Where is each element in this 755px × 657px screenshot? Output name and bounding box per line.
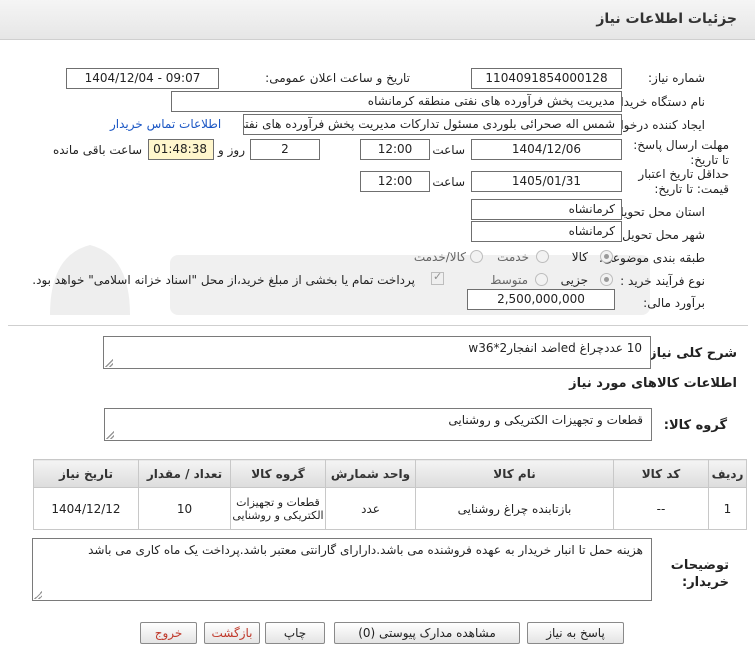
cell-qty: 10 [138, 487, 231, 530]
col-unit: واحد شمارش [325, 459, 416, 488]
col-date: تاریخ نیاز [33, 459, 139, 488]
category-radio-goods[interactable] [600, 250, 613, 263]
category-label: طبقه بندی موضوعی: [598, 251, 705, 265]
process-option-minor: جزیی [560, 273, 588, 287]
city-field: کرمانشاه [471, 221, 622, 242]
items-table: ردیف کد کالا نام کالا واحد شمارش گروه کا… [33, 459, 747, 530]
respond-button[interactable]: پاسخ به نیاز [527, 622, 624, 644]
cell-name: بازتابنده چراغ روشنایی [415, 487, 614, 530]
need-number-field: 1104091854000128 [471, 68, 622, 89]
budget-label: برآورد مالی: [643, 296, 705, 310]
deadline-time-label: ساعت [432, 143, 465, 157]
buyer-notes-text: هزینه حمل تا انبار خریدار به عهده فروشند… [88, 543, 643, 557]
cell-unit: عدد [325, 487, 416, 530]
resize-handle[interactable] [106, 431, 114, 439]
col-row: ردیف [708, 459, 747, 488]
buyer-notes-label-text: توضیحات خریدار: [670, 558, 729, 590]
description-label: شرح کلی نیاز: [643, 346, 737, 361]
col-name: نام کالا [415, 459, 614, 488]
creator-field: شمس اله صحرائی بلوردی مسئول تدارکات مدیر… [243, 114, 622, 135]
goods-group-text: قطعات و تجهیزات الکتریکی و روشنایی [448, 413, 643, 427]
description-text: 10 عددچراغ ledضد انفجار2*w36 [468, 341, 642, 355]
cell-group: قطعات و تجهیزات الکتریکی و روشنایی [230, 487, 326, 530]
days-field: 2 [250, 139, 320, 160]
category-option-goods: کالا [571, 250, 588, 264]
attachments-button[interactable]: مشاهده مدارک پیوستی (0) [334, 622, 520, 644]
treasury-payment-note: پرداخت تمام یا بخشی از مبلغ خرید،از محل … [32, 273, 415, 287]
announce-label: تاریخ و ساعت اعلان عمومی: [265, 71, 410, 85]
need-number-label: شماره نیاز: [648, 71, 705, 85]
description-textarea: 10 عددچراغ ledضد انفجار2*w36 [103, 336, 651, 369]
process-label: نوع فرآیند خرید : [620, 274, 705, 288]
province-field: کرمانشاه [471, 199, 622, 220]
validity-label-text: حداقل تاریخ اعتبار قیمت: تا تاریخ: [638, 167, 729, 196]
deadline-time-field: 12:00 [360, 139, 430, 160]
back-button[interactable]: بازگشت [204, 622, 260, 644]
title-bar: جزئیات اطلاعات نیاز [0, 0, 755, 40]
days-label: روز و [218, 143, 245, 157]
budget-field: 2,500,000,000 [467, 289, 615, 310]
treasury-payment-checkbox[interactable] [431, 270, 444, 285]
col-group: گروه کالا [230, 459, 326, 488]
deadline-date-field: 1404/12/06 [471, 139, 622, 160]
cell-row: 1 [708, 487, 747, 530]
print-button[interactable]: چاپ [265, 622, 325, 644]
category-option-service: خدمت [497, 250, 529, 264]
buyer-contact-link[interactable]: اطلاعات تماس خریدار [110, 117, 221, 131]
table-row[interactable]: 1 -- بازتابنده چراغ روشنایی عدد قطعات و … [33, 487, 747, 530]
deadline-label-text: مهلت ارسال پاسخ: تا تاریخ: [633, 138, 729, 167]
cell-date: 1404/12/12 [33, 487, 139, 530]
col-code: کد کالا [613, 459, 709, 488]
validity-date-field: 1405/01/31 [471, 171, 622, 192]
city-label: شهر محل تحویل: [618, 228, 705, 242]
buyer-field: مدیریت پخش فرآورده های نفتی منطقه کرمانش… [171, 91, 622, 112]
remaining-label: ساعت باقی مانده [52, 143, 142, 157]
announce-field: 1404/12/04 - 09:07 [66, 68, 219, 89]
process-option-medium: متوسط [490, 273, 528, 287]
category-radio-service[interactable] [536, 250, 549, 263]
process-radio-minor[interactable] [600, 273, 613, 286]
resize-handle[interactable] [34, 591, 42, 599]
validity-label: حداقل تاریخ اعتبار قیمت: تا تاریخ: [619, 167, 729, 197]
goods-section-title: اطلاعات کالاهای مورد نیاز [569, 376, 737, 391]
category-radio-both[interactable] [470, 250, 483, 263]
section-divider [8, 325, 748, 326]
resize-handle[interactable] [105, 359, 113, 367]
buyer-notes-textarea: هزینه حمل تا انبار خریدار به عهده فروشند… [32, 538, 652, 601]
remaining-time-field: 01:48:38 [148, 139, 214, 160]
category-option-both: کالا/خدمت [413, 250, 466, 264]
cell-code: -- [613, 487, 709, 530]
buyer-label: نام دستگاه خریدار: [610, 95, 706, 109]
validity-time-field: 12:00 [360, 171, 430, 192]
col-qty: تعداد / مقدار [138, 459, 231, 488]
goods-group-label: گروه کالا: [663, 418, 727, 433]
page-title: جزئیات اطلاعات نیاز [596, 11, 737, 27]
deadline-label: مهلت ارسال پاسخ: تا تاریخ: [629, 138, 729, 168]
process-radio-medium[interactable] [535, 273, 548, 286]
buyer-notes-label: توضیحات خریدار: [669, 557, 729, 591]
table-header-row: ردیف کد کالا نام کالا واحد شمارش گروه کا… [33, 459, 747, 488]
province-label: استان محل تحویل: [610, 205, 705, 219]
exit-button[interactable]: خروج [140, 622, 197, 644]
validity-time-label: ساعت [432, 175, 465, 189]
goods-group-textarea: قطعات و تجهیزات الکتریکی و روشنایی [104, 408, 652, 441]
